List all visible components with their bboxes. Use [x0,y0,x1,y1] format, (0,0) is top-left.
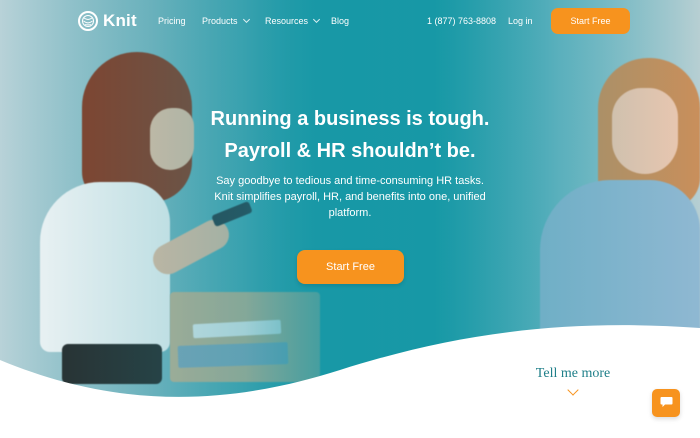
nav-link-label: Pricing [158,16,186,26]
chat-bubble-icon [660,396,673,411]
nav-start-free-button[interactable]: Start Free [551,8,630,34]
knit-logo[interactable]: Knit [78,11,137,31]
hero-headline-line1: Running a business is tough. [210,108,490,130]
tell-me-more-link[interactable]: Tell me more [520,366,626,382]
yarn-ball-icon [78,11,98,31]
nav-link-label: Products [202,16,238,26]
brand-name: Knit [103,11,137,30]
hero-start-free-button[interactable]: Start Free [297,250,404,284]
login-link[interactable]: Log in [508,16,533,26]
top-navigation: Knit Pricing Products Resources Blog 1 (… [0,0,700,44]
hero-subtext: Say goodbye to tedious and time-consumin… [214,175,486,219]
hero-headline-line2: Payroll & HR shouldn’t be. [224,140,476,162]
chat-launcher-button[interactable] [652,389,680,417]
chevron-down-icon [312,15,321,24]
nav-link-pricing[interactable]: Pricing [158,16,186,26]
nav-link-products[interactable]: Products [202,15,250,26]
login-label: Log in [508,16,533,26]
phone-link[interactable]: 1 (877) 763-8808 [427,16,496,26]
nav-link-resources[interactable]: Resources [265,15,321,26]
nav-link-blog[interactable]: Blog [331,16,349,26]
phone-number: 1 (877) 763-8808 [427,16,497,26]
nav-link-label: Blog [331,16,350,26]
nav-link-label: Resources [265,16,309,26]
chevron-down-icon [242,15,250,24]
